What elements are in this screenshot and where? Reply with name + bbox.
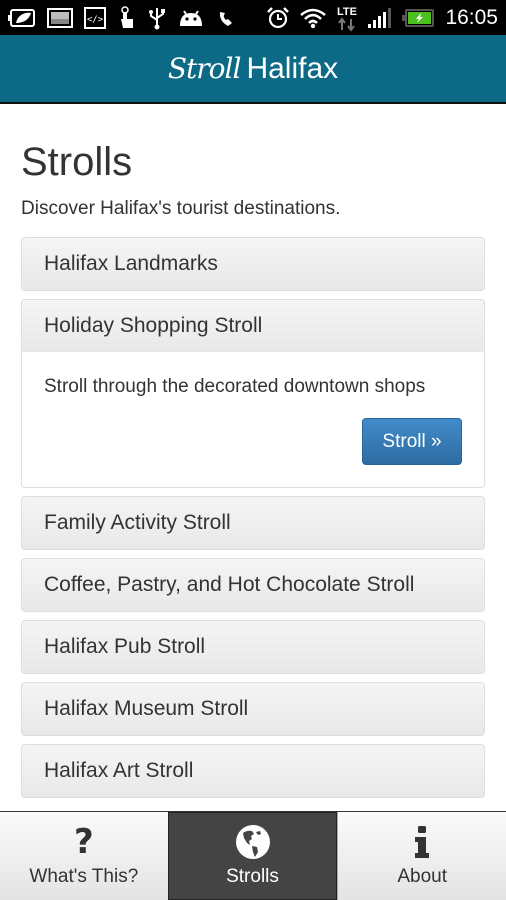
lte-label: LTE [337,6,357,18]
stroll-description: Stroll through the decorated downtown sh… [44,376,426,397]
clock-time: 16:05 [445,5,498,29]
signal-icon [367,6,393,30]
main-content: Strolls Discover Halifax's tourist desti… [21,106,485,806]
android-icon [177,6,205,30]
stroll-item: Family Activity Stroll [21,496,485,550]
page-title: Strolls [21,140,133,184]
app-header: Stroll Halifax [0,35,506,104]
tab-about[interactable]: About [337,812,506,900]
stroll-header[interactable]: Halifax Art Stroll [22,745,484,797]
stroll-button[interactable]: Stroll » [362,418,462,465]
usb-icon [148,6,166,30]
stroll-item: Halifax Landmarks [21,237,485,291]
bottom-tab-bar: ? What's This? Strolls About [0,811,506,900]
stroll-item-expanded: Holiday Shopping Stroll Stroll through t… [21,299,485,488]
stroll-header[interactable]: Halifax Landmarks [22,238,484,290]
stroll-list: Halifax Landmarks Holiday Shopping Strol… [21,237,485,798]
brand-main: Halifax [246,51,339,85]
stroll-item: Halifax Art Stroll [21,744,485,798]
code-icon: </> [84,6,106,30]
gallery-icon [47,6,73,30]
stroll-item: Halifax Pub Stroll [21,620,485,674]
lte-icon: LTE [336,6,358,32]
page-description: Discover Halifax's tourist destinations. [21,198,341,219]
stroll-body: Stroll through the decorated downtown sh… [22,352,484,487]
info-icon [412,824,432,860]
status-bar: </> LTE 16:05 [0,0,506,35]
tab-whats-this[interactable]: ? What's This? [0,812,168,900]
battery-charging-icon [402,6,435,30]
stroll-header[interactable]: Family Activity Stroll [22,497,484,549]
stroll-header[interactable]: Coffee, Pastry, and Hot Chocolate Stroll [22,559,484,611]
tab-label: About [397,866,447,887]
stroll-item: Coffee, Pastry, and Hot Chocolate Stroll [21,558,485,612]
stroll-header[interactable]: Holiday Shopping Stroll [22,300,484,352]
tab-label: What's This? [29,866,139,887]
tab-label: Strolls [226,866,279,887]
phone-icon [216,6,238,30]
brand-script: Stroll [167,52,242,85]
battery-saver-icon [8,6,36,30]
stroll-header[interactable]: Halifax Pub Stroll [22,621,484,673]
wifi-icon [299,6,327,30]
globe-icon [235,824,271,860]
stroll-header[interactable]: Halifax Museum Stroll [22,683,484,735]
svg-text:</>: </> [87,15,104,25]
question-icon: ? [73,822,94,862]
stroll-item: Halifax Museum Stroll [21,682,485,736]
alarm-icon [266,6,290,30]
tab-strolls[interactable]: Strolls [167,812,338,900]
touch-icon [117,5,137,30]
